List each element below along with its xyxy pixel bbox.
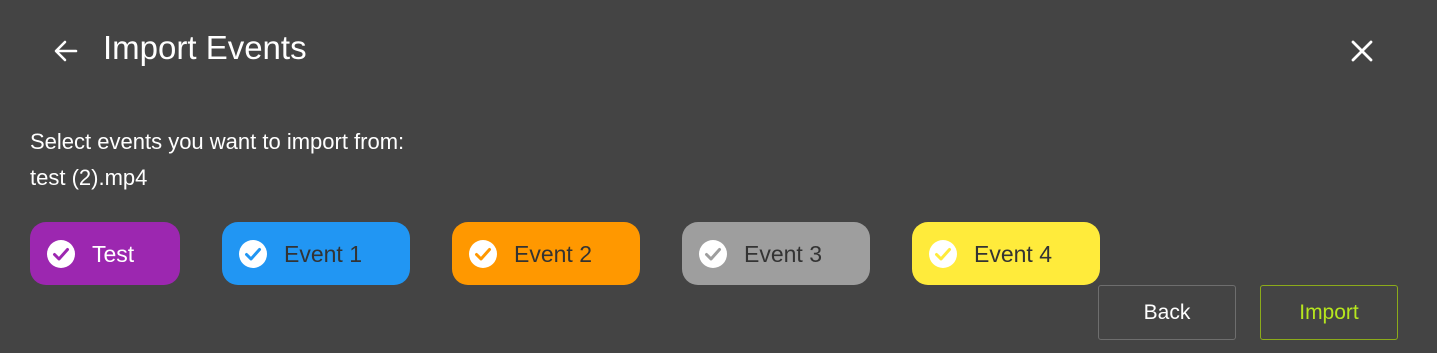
back-button[interactable]: Back [1098,285,1236,340]
source-filename: test (2).mp4 [30,165,148,190]
event-chip-event-4[interactable]: Event 4 [912,222,1100,285]
event-chip-label: Event 1 [284,240,362,267]
event-chip-event-1[interactable]: Event 1 [222,222,410,285]
dialog-header: Import Events [0,0,1437,100]
event-chip-test[interactable]: Test [30,222,180,285]
event-chip-label: Event 4 [974,240,1052,267]
event-chip-label: Event 2 [514,240,592,267]
checkmark-circle-icon [699,239,727,268]
dialog-title: Import Events [103,29,307,66]
checkmark-circle-icon [469,239,497,268]
event-chip-event-2[interactable]: Event 2 [452,222,640,285]
import-prompt: Select events you want to import from: [30,129,405,154]
event-chip-event-3[interactable]: Event 3 [682,222,870,285]
event-chip-label: Event 3 [744,240,822,267]
event-chip-label: Test [92,240,135,267]
import-events-dialog: Import Events Select events you want to … [0,0,1437,353]
checkmark-circle-icon [47,239,75,268]
import-button[interactable]: Import [1260,285,1398,340]
arrow-left-icon[interactable] [50,35,82,67]
checkmark-circle-icon [929,239,957,268]
checkmark-circle-icon [239,239,267,268]
close-icon[interactable] [1346,35,1378,67]
